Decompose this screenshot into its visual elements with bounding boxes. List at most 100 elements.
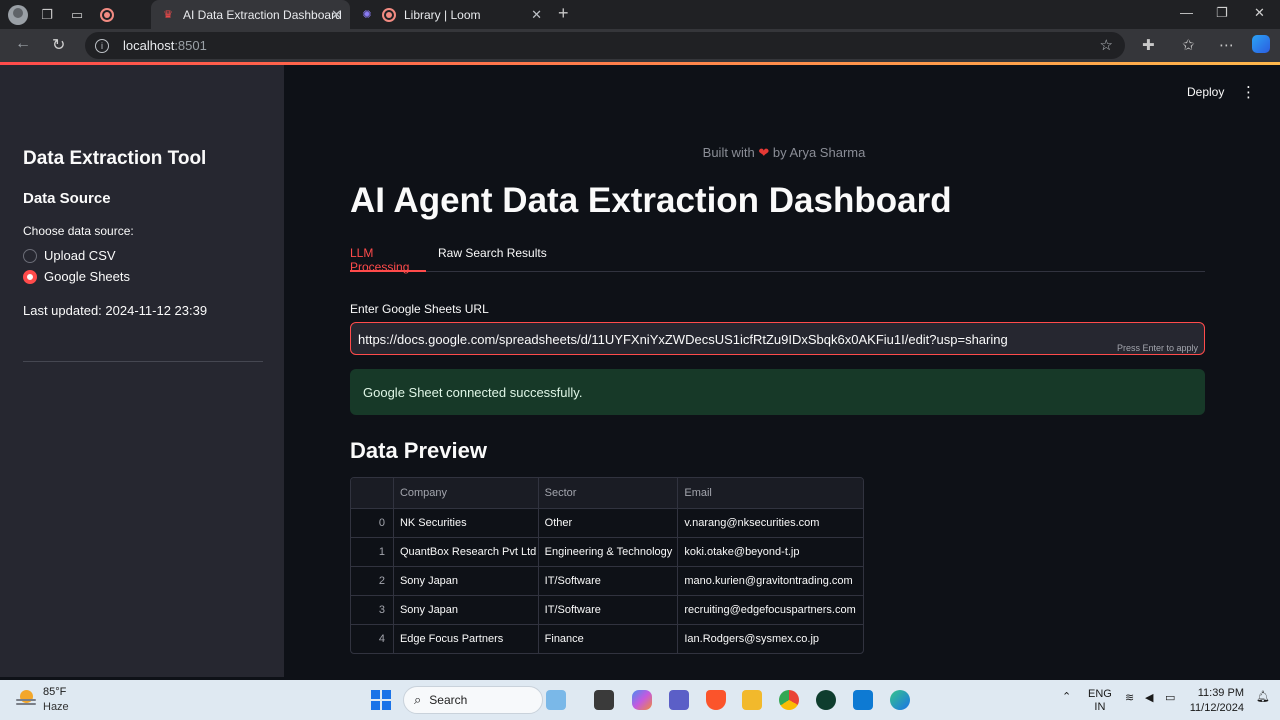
row-index: 3 xyxy=(378,604,385,616)
wifi-icon[interactable]: ≋ xyxy=(1125,692,1134,705)
notifications-icon[interactable]: 🔔︎ xyxy=(1256,691,1270,704)
upwork-app-icon[interactable] xyxy=(816,690,836,710)
teams-icon[interactable] xyxy=(669,690,689,710)
column-header[interactable]: Email xyxy=(677,478,863,508)
show-hidden-icons-icon[interactable]: ⌃ xyxy=(1062,691,1071,704)
column-header[interactable]: Company xyxy=(392,478,538,508)
success-alert: Google Sheet connected successfully. xyxy=(350,369,1205,415)
back-arrow-icon[interactable]: ← xyxy=(15,35,31,53)
tab-ai-dashboard[interactable]: ♛ AI Data Extraction Dashboard ✕ xyxy=(151,0,350,29)
preview-heading: Data Preview xyxy=(350,438,487,463)
table-cell[interactable]: Other xyxy=(537,509,678,537)
loom-favicon-icon: ✺ xyxy=(362,9,372,21)
address-bar[interactable]: i localhost:8501 ☆ xyxy=(85,32,1125,59)
bookmark-star-icon[interactable]: ☆ xyxy=(1100,36,1113,54)
new-tab-icon[interactable]: + xyxy=(558,3,569,24)
sheets-url-input[interactable]: https://docs.google.com/spreadsheets/d/1… xyxy=(350,322,1205,355)
volume-icon[interactable]: ◀ xyxy=(1145,692,1153,705)
row-index: 2 xyxy=(378,575,385,587)
table-cell[interactable]: IT/Software xyxy=(537,596,678,624)
brave-browser-icon[interactable] xyxy=(706,690,726,710)
table-cell[interactable]: Edge Focus Partners xyxy=(392,625,538,653)
radio-google-sheets[interactable]: Google Sheets xyxy=(23,269,130,284)
table-cell[interactable]: Engineering & Technology xyxy=(537,538,678,566)
taskbar-search-label: Search xyxy=(429,693,468,707)
site-info-icon[interactable]: i xyxy=(95,38,109,53)
data-source-label: Choose data source: xyxy=(23,224,134,238)
table-cell[interactable]: NK Securities xyxy=(392,509,538,537)
battery-icon[interactable]: ▭ xyxy=(1165,692,1175,705)
recording-tab-icon[interactable] xyxy=(96,4,118,26)
tab-loom-library[interactable]: ✺ Library | Loom ✕ xyxy=(350,0,550,29)
clock-time: 11:39 PM xyxy=(1197,687,1244,699)
index-header xyxy=(351,478,393,508)
row-index: 4 xyxy=(378,633,385,645)
edge-browser-icon[interactable] xyxy=(890,690,910,710)
taskbar-search[interactable]: ⌕ Search xyxy=(403,686,543,714)
data-preview-table[interactable]: Company Sector Email 0 NK Securities Oth… xyxy=(350,477,864,654)
row-index: 1 xyxy=(378,546,385,558)
workspaces-icon[interactable]: ❐ xyxy=(36,4,58,26)
favorites-icon[interactable]: ✩ xyxy=(1182,36,1195,54)
task-view-icon[interactable] xyxy=(594,690,614,710)
main-menu-icon[interactable]: ⋮ xyxy=(1241,83,1256,101)
table-cell[interactable]: koki.otake@beyond-t.jp xyxy=(677,538,863,566)
minimize-icon[interactable]: — xyxy=(1180,5,1193,20)
table-cell[interactable]: recruiting@edgefocuspartners.com xyxy=(677,596,863,624)
radio-unchecked-icon xyxy=(23,248,37,263)
table-cell[interactable]: Ian.Rodgers@sysmex.co.jp xyxy=(677,625,863,653)
page-title: AI Agent Data Extraction Dashboard xyxy=(350,181,952,220)
reload-icon[interactable]: ↻ xyxy=(52,35,65,55)
maximize-icon[interactable]: ❐ xyxy=(1216,5,1228,21)
table-cell[interactable]: Finance xyxy=(537,625,678,653)
close-window-icon[interactable]: ✕ xyxy=(1254,5,1265,21)
table-header-row: Company Sector Email xyxy=(351,478,863,508)
file-explorer-icon[interactable] xyxy=(742,690,762,710)
row-index: 0 xyxy=(378,517,385,529)
table-row: 3 Sony Japan IT/Software recruiting@edge… xyxy=(351,595,863,624)
streamlit-favicon-icon: ♛ xyxy=(163,9,173,21)
column-header[interactable]: Sector xyxy=(537,478,678,508)
heart-icon: ❤ xyxy=(758,145,770,160)
table-cell[interactable]: Sony Japan xyxy=(392,596,538,624)
copilot-icon[interactable] xyxy=(1252,35,1270,53)
sidebar-section-heading: Data Source xyxy=(23,190,111,207)
radio-upload-csv[interactable]: Upload CSV xyxy=(23,248,116,263)
widget-app-icon[interactable] xyxy=(546,690,566,710)
close-tab-icon[interactable]: ✕ xyxy=(531,7,542,23)
vscode-icon[interactable] xyxy=(853,690,873,710)
system-clock[interactable]: 11:39 PM 11/12/2024 xyxy=(1188,686,1244,716)
sidebar-title: Data Extraction Tool xyxy=(23,148,207,169)
table-cell[interactable]: Sony Japan xyxy=(392,567,538,595)
weather-temperature[interactable]: 85°F xyxy=(43,686,66,698)
deploy-button[interactable]: Deploy xyxy=(1187,85,1224,99)
weather-condition[interactable]: Haze xyxy=(43,701,69,713)
haze-weather-icon[interactable] xyxy=(16,690,36,708)
tab-actions-icon[interactable]: ▭ xyxy=(66,4,88,26)
table-cell[interactable]: QuantBox Research Pvt Ltd xyxy=(392,538,538,566)
table-row: 0 NK Securities Other v.narang@nksecurit… xyxy=(351,508,863,537)
last-updated-text: Last updated: 2024-11-12 23:39 xyxy=(23,303,208,318)
tab-title: AI Data Extraction Dashboard xyxy=(183,7,342,22)
extensions-icon[interactable]: ✚ xyxy=(1142,36,1155,54)
chrome-icon[interactable] xyxy=(779,690,799,710)
more-menu-icon[interactable]: ⋯ xyxy=(1219,36,1234,54)
table-cell[interactable]: IT/Software xyxy=(537,567,678,595)
table-row: 4 Edge Focus Partners Finance Ian.Rodger… xyxy=(351,624,863,653)
profile-avatar-icon[interactable] xyxy=(8,4,28,25)
tab-raw-search-results[interactable]: Raw Search Results xyxy=(438,246,547,272)
close-tab-icon[interactable]: ✕ xyxy=(331,7,342,23)
windows-start-icon[interactable] xyxy=(371,690,391,710)
tab-llm-processing[interactable]: LLM Processing xyxy=(350,246,426,274)
built-with-credit: Built with ❤ by Arya Sharma xyxy=(284,145,1280,161)
language-indicator[interactable]: ENG IN xyxy=(1088,688,1112,714)
table-cell[interactable]: mano.kurien@gravitontrading.com xyxy=(677,567,863,595)
url-host: localhost xyxy=(123,38,175,53)
success-message: Google Sheet connected successfully. xyxy=(363,385,583,400)
radio-label: Google Sheets xyxy=(44,269,131,284)
table-cell[interactable]: v.narang@nksecurities.com xyxy=(677,509,863,537)
main-content: Deploy ⋮ Built with ❤ by Arya Sharma AI … xyxy=(284,65,1280,677)
clock-date: 11/12/2024 xyxy=(1189,702,1244,714)
copilot-app-icon[interactable] xyxy=(632,690,652,710)
credit-prefix: Built with xyxy=(702,145,755,160)
